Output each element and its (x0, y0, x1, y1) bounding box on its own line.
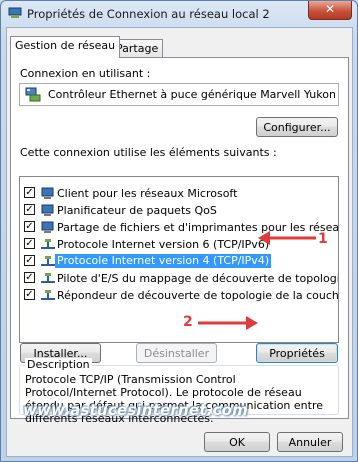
checkbox[interactable]: ✓ (24, 204, 35, 215)
close-button[interactable]: ✕ (308, 1, 352, 20)
checkbox[interactable]: ✓ (24, 187, 35, 198)
checkbox[interactable]: ✓ (24, 272, 35, 283)
network-service-icon (41, 204, 54, 216)
item-label: Planificateur de paquets QoS (57, 204, 217, 217)
item-label: Pilote d'E/S du mappage de découverte de… (57, 272, 339, 285)
checkbox[interactable]: ✓ (24, 255, 35, 266)
network-service-icon (41, 221, 54, 233)
connect-using-label: Connexion en utilisant : (20, 67, 151, 80)
annotation-arrow-1 (258, 231, 316, 245)
item-label: Répondeur de découverte de topologie de … (57, 289, 339, 302)
list-item[interactable]: ✓ Planificateur de paquets QoS (20, 202, 338, 219)
components-list[interactable]: ✓ Client pour les réseaux Microsoft ✓ Pl… (19, 176, 339, 343)
protocol-icon (41, 239, 55, 249)
window-title: Propriétés de Connexion au réseau local … (27, 7, 270, 21)
item-label: Client pour les réseaux Microsoft (57, 187, 238, 200)
list-item[interactable]: ✓ Client pour les réseaux Microsoft (20, 185, 338, 202)
ok-button[interactable]: OK (204, 432, 270, 452)
tab-gestion-de-reseau[interactable]: Gestion de réseau (10, 36, 121, 58)
configure-button[interactable]: Configurer... (256, 117, 338, 137)
protocol-icon (41, 273, 55, 283)
annotation-number-1: 1 (318, 231, 328, 247)
checkbox[interactable]: ✓ (24, 221, 35, 232)
item-label: Protocole Internet version 4 (TCP/IPv4) (55, 254, 272, 268)
list-item[interactable]: ✓ Pilote d'E/S du mappage de découverte … (20, 270, 338, 287)
description-title: Description (25, 358, 92, 371)
item-label: Protocole Internet version 6 (TCP/IPv6) (57, 238, 270, 251)
title-bar[interactable]: Propriétés de Connexion au réseau local … (1, 1, 357, 27)
watermark: www.astucesinternet.com (23, 401, 248, 419)
checkbox[interactable]: ✓ (24, 289, 35, 300)
annotation-number-2: 2 (183, 314, 193, 330)
protocol-icon (41, 290, 55, 300)
items-label: Cette connexion utilise les éléments sui… (20, 146, 277, 159)
properties-button[interactable]: Propriétés (256, 343, 338, 363)
adapter-name: Contrôleur Ethernet à puce générique Mar… (48, 88, 336, 101)
protocol-icon (41, 256, 55, 266)
annotation-arrow-2 (198, 316, 258, 330)
cancel-button[interactable]: Annuler (277, 432, 343, 452)
list-item[interactable]: ✓ Répondeur de découverte de topologie d… (20, 287, 338, 304)
network-client-icon (41, 187, 54, 199)
adapter-field: Contrôleur Ethernet à puce générique Mar… (19, 83, 339, 106)
uninstall-button[interactable]: Désinstaller (136, 343, 217, 363)
checkbox[interactable]: ✓ (24, 238, 35, 249)
adapter-icon (25, 87, 41, 102)
list-item-selected[interactable]: ✓ Protocole Internet version 4 (TCP/IPv4… (20, 253, 338, 270)
network-adapter-icon (8, 7, 22, 18)
